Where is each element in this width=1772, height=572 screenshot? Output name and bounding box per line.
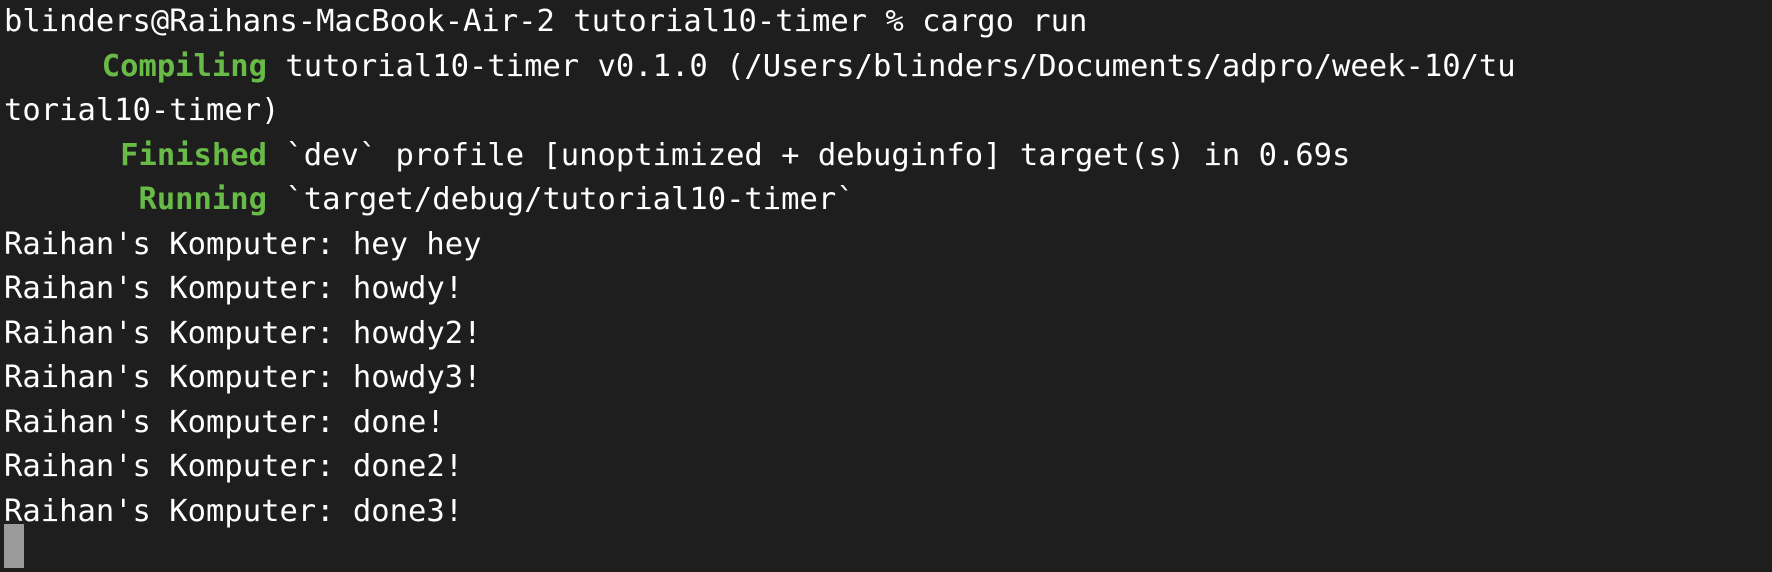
- output-line: Raihan's Komputer: done3!: [4, 493, 464, 529]
- running-text: `target/debug/tutorial10-timer`: [267, 182, 855, 217]
- compiling-line: Compiling tutorial10-timer v0.1.0 (/User…: [4, 45, 1772, 90]
- output-line: Raihan's Komputer: howdy3!: [4, 360, 482, 395]
- running-status: Running: [138, 182, 267, 217]
- finished-line: Finished `dev` profile [unoptimized + de…: [4, 134, 1772, 179]
- finished-text: `dev` profile [unoptimized + debuginfo] …: [267, 137, 1351, 173]
- compiling-wrap-line: torial10-timer): [4, 93, 280, 128]
- cursor-block: [4, 524, 24, 568]
- output-line: Raihan's Komputer: howdy!: [4, 271, 464, 306]
- finished-status: Finished: [120, 137, 267, 173]
- output-line: Raihan's Komputer: done!: [4, 404, 445, 440]
- output-line: Raihan's Komputer: hey hey: [4, 226, 482, 262]
- terminal-cursor: [4, 524, 24, 568]
- terminal-output: blinders@Raihans-MacBook-Air-2 tutorial1…: [4, 0, 1772, 534]
- compiling-text: tutorial10-timer v0.1.0 (/Users/blinders…: [267, 48, 1516, 84]
- compiling-status: Compiling: [101, 48, 267, 84]
- output-line: Raihan's Komputer: howdy2!: [4, 315, 482, 351]
- output-line: Raihan's Komputer: done2!: [4, 449, 464, 484]
- terminal-window[interactable]: blinders@Raihans-MacBook-Air-2 tutorial1…: [0, 0, 1772, 572]
- running-line: Running `target/debug/tutorial10-timer`: [4, 178, 1772, 223]
- prompt-line: blinders@Raihans-MacBook-Air-2 tutorial1…: [4, 4, 1088, 39]
